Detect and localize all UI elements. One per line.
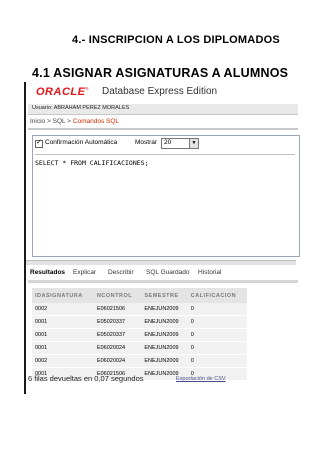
table-cell: E05020337 — [93, 315, 142, 329]
table-cell: E06020024 — [93, 341, 142, 355]
sql-text: SELECT * FROM CALIFICACIONES; — [35, 159, 149, 167]
column-header: NCONTROL — [93, 288, 142, 303]
user-bar: Usuario: ABRAHAM PEREZ MORALES — [28, 104, 298, 115]
column-header: IDASIGNATURA — [32, 288, 94, 303]
table-cell: 0 — [187, 354, 247, 368]
table-cell: ENEJUN2009 — [141, 341, 188, 355]
table-cell: E06021506 — [93, 303, 142, 316]
table-cell: ENEJUN2009 — [141, 315, 188, 329]
table-cell: 0 — [187, 303, 247, 316]
rows-returned-status: 6 filas devueltas en 0,07 segundos — [28, 374, 144, 383]
sql-command-panel: ✓ Confirmación Automática Mostrar 20 ▼ S… — [32, 135, 300, 257]
table-cell: 0 — [187, 328, 247, 342]
table-cell: ENEJUN2009 — [141, 354, 188, 368]
autocommit-label: Confirmación Automática — [45, 139, 118, 146]
table-cell: ENEJUN2009 — [141, 303, 188, 316]
breadcrumb-trail: Inicio > SQL > Comandos SQL — [30, 118, 119, 125]
table-cell: 0002 — [32, 354, 94, 368]
breadcrumb-current: Comandos SQL — [72, 118, 120, 125]
breadcrumb: Inicio > SQL > Comandos SQL — [28, 116, 298, 130]
user-label: Usuario: ABRAHAM PEREZ MORALES — [32, 105, 130, 111]
table-cell: 0 — [187, 315, 247, 329]
oracle-screenshot: ORACLE® Database Express Edition Usuario… — [24, 82, 300, 394]
resize-handle[interactable] — [26, 260, 296, 265]
table-row: 0001 E06020024 ENEJUN2009 0 — [32, 341, 247, 355]
table-cell: 0001 — [32, 315, 94, 329]
tab-historial[interactable]: Historial — [198, 269, 221, 276]
breadcrumb-inicio[interactable]: Inicio — [30, 118, 45, 125]
breadcrumb-sql[interactable]: SQL — [53, 118, 66, 125]
breadcrumb-separator: > — [65, 118, 73, 125]
tab-describir[interactable]: Describir — [108, 269, 134, 276]
chevron-down-icon[interactable]: ▼ — [189, 139, 198, 148]
breadcrumb-separator: > — [45, 118, 53, 125]
rows-select-value: 20 — [164, 139, 172, 146]
table-row: 0002 E06021506 ENEJUN2009 0 — [32, 303, 247, 316]
table-cell: 0002 — [32, 303, 94, 316]
table-row: 0001 E05020337 ENEJUN2009 0 — [32, 315, 247, 329]
table-cell: 0001 — [32, 328, 94, 342]
oracle-logo-text: ORACLE — [36, 86, 86, 98]
autocommit-checkbox[interactable]: ✓ — [35, 139, 43, 148]
tab-explicar[interactable]: Explicar — [73, 269, 96, 276]
section-heading: 4.- INSCRIPCION A LOS DIPLOMADOS — [72, 34, 280, 46]
table-cell: E05020337 — [93, 328, 142, 342]
table-row: 0002 E06020024 ENEJUN2009 0 — [32, 354, 247, 368]
rows-select[interactable]: 20 ▼ — [161, 138, 199, 149]
table-header-row: IDASIGNATURA NCONTROL SEMESTRE CALIFICAC… — [32, 288, 247, 303]
check-icon: ✓ — [36, 139, 42, 146]
csv-export-link[interactable]: Exportación de CSV — [176, 376, 226, 382]
table-cell: 0001 — [32, 341, 94, 355]
table-row: 0001 E05020337 ENEJUN2009 0 — [32, 328, 247, 342]
table-cell: ENEJUN2009 — [141, 328, 188, 342]
result-tabs: Resultados Explicar Describir SQL Guarda… — [28, 268, 298, 283]
product-name: Database Express Edition — [102, 86, 218, 97]
results-panel: IDASIGNATURA NCONTROL SEMESTRE CALIFICAC… — [32, 288, 298, 381]
subsection-heading: 4.1 ASIGNAR ASIGNATURAS A ALUMNOS — [32, 66, 289, 80]
oracle-logo: ORACLE® — [36, 86, 89, 98]
tab-sql-guardado[interactable]: SQL Guardado — [146, 269, 189, 276]
show-label: Mostrar — [135, 139, 158, 146]
app-header: ORACLE® Database Express Edition — [30, 84, 300, 98]
table-cell: E06020024 — [93, 354, 142, 368]
sql-toolbar: ✓ Confirmación Automática Mostrar 20 ▼ — [35, 138, 297, 149]
table-cell: 0 — [187, 341, 247, 355]
registered-mark: ® — [85, 86, 89, 91]
column-header: SEMESTRE — [141, 288, 188, 303]
tab-resultados[interactable]: Resultados — [30, 269, 65, 276]
results-table: IDASIGNATURA NCONTROL SEMESTRE CALIFICAC… — [32, 288, 247, 381]
sql-editor[interactable]: SELECT * FROM CALIFICACIONES; — [35, 154, 295, 252]
column-header: CALIFICACION — [187, 288, 247, 303]
